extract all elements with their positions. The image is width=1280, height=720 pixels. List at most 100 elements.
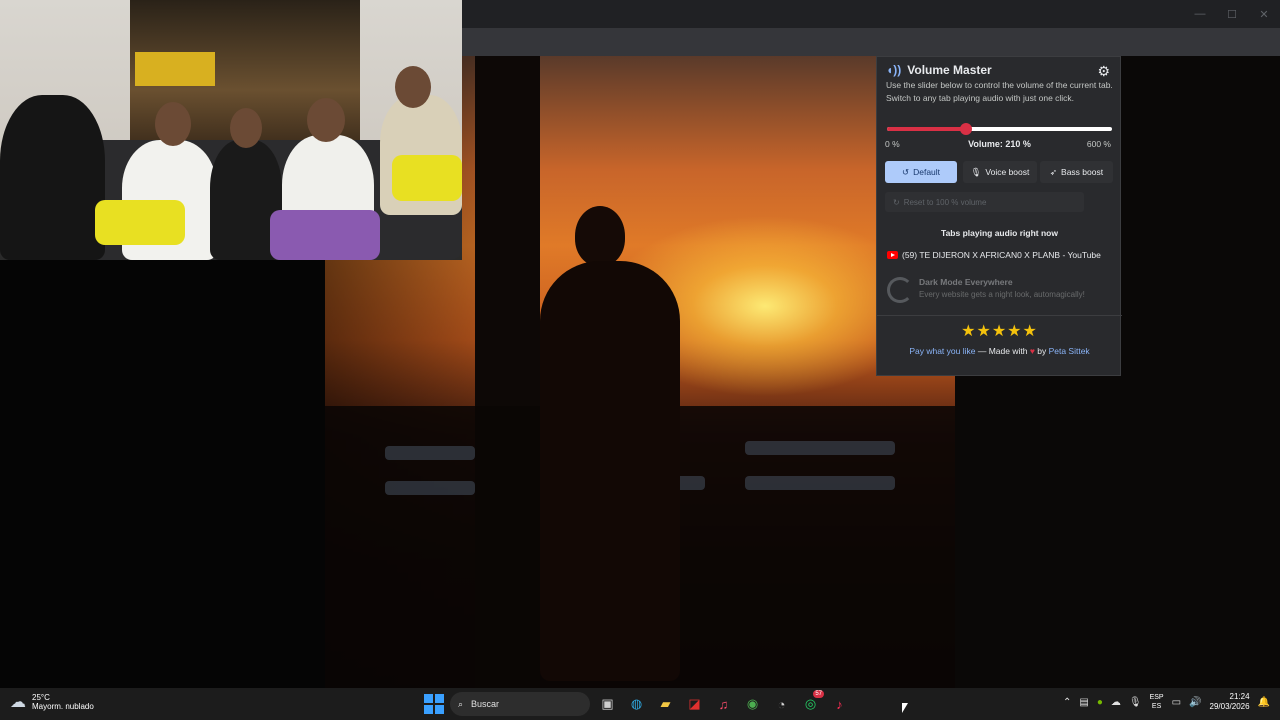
- language-top: ESP: [1149, 694, 1164, 701]
- windows-taskbar: ☁ 25°C Mayorm. nublado ⌕ Buscar ▣ ◍ ▰ ◪ …: [0, 688, 1280, 720]
- clock-date: 29/03/2026: [1209, 702, 1250, 711]
- start-tile: [424, 694, 433, 703]
- person-head: [155, 102, 191, 146]
- popup-divider: [877, 315, 1122, 316]
- mouse-cursor: [902, 703, 908, 713]
- popup-description: Use the slider below to control the volu…: [886, 80, 1113, 103]
- window-controls: — ☐ ✕: [1184, 0, 1280, 28]
- volume-slider[interactable]: [887, 123, 1112, 135]
- by-text: by: [1034, 346, 1049, 356]
- popup-title: Volume Master: [907, 63, 992, 77]
- promo-text: Dark Mode Everywhere Every website gets …: [919, 277, 1085, 311]
- edge-icon[interactable]: ◍: [625, 692, 648, 716]
- start-tile: [435, 705, 444, 714]
- weather-temperature: 25°C: [32, 693, 50, 702]
- system-clock[interactable]: 21:24 29/03/2026: [1210, 692, 1250, 712]
- notification-bell-icon[interactable]: 🔔: [1258, 697, 1270, 708]
- reset-volume-label: Reset to 100 % volume: [903, 197, 987, 207]
- bass-boost-label: Bass boost: [1061, 167, 1104, 177]
- weather-widget[interactable]: ☁ 25°C Mayorm. nublado: [10, 692, 94, 712]
- voice-boost-label: Voice boost: [985, 167, 1030, 177]
- bass-boost-button[interactable]: ➶ Bass boost: [1040, 161, 1113, 183]
- popup-header: ◖)) Volume Master: [886, 63, 992, 77]
- cloud-sun-icon: ☁: [10, 694, 26, 711]
- search-icon: ⌕: [458, 698, 464, 709]
- language-indicator[interactable]: ESP ES: [1150, 693, 1164, 711]
- reset-arrow-icon: ↺: [901, 166, 910, 177]
- onedrive-icon[interactable]: ☁: [1111, 697, 1121, 708]
- tray-app-icon[interactable]: ▤: [1079, 697, 1088, 708]
- clock-time: 21:24: [1229, 692, 1250, 701]
- system-tray: ⌃ ▤ ● ☁ 🎙 ESP ES ▭ 🔊 21:24 29/03/2026 🔔: [1063, 692, 1270, 712]
- reset-icon: ↻: [893, 197, 900, 207]
- person-head: [307, 98, 345, 142]
- minimize-button[interactable]: —: [1184, 0, 1216, 28]
- close-button[interactable]: ✕: [1248, 0, 1280, 28]
- amd-software-icon[interactable]: ◪: [683, 692, 706, 716]
- youtube-icon: [887, 251, 898, 259]
- start-tile: [424, 705, 433, 714]
- facecam-overlay: [0, 0, 462, 260]
- volume-logo-icon: ◖)): [886, 63, 902, 77]
- tiktok-icon[interactable]: ♪: [828, 692, 851, 716]
- microphone-icon[interactable]: 🎙: [1129, 697, 1142, 708]
- rocket-icon: ➶: [1049, 166, 1058, 177]
- volume-value-label: Volume: 210 %: [968, 139, 1031, 149]
- rail-bar: [385, 481, 475, 495]
- volume-slider-thumb[interactable]: [959, 123, 972, 135]
- start-tile: [435, 694, 444, 703]
- person-hooded: [0, 95, 105, 260]
- purple-blanket: [270, 210, 380, 260]
- screen: — ☐ ✕ ⧉ ☆ ●33 ◉210 ▮ ⇅ ⬚ ≡ ● ⋮: [0, 0, 1280, 720]
- language-bottom: ES: [1151, 703, 1162, 710]
- speaker-icon[interactable]: 🔊: [1189, 697, 1201, 708]
- slider-max-label: 600 %: [1086, 139, 1111, 149]
- clock-app-icon[interactable]: ◔: [770, 692, 793, 716]
- audio-tab-title: (59) TE DIJERON X AFRICAN0 X PLANB - You…: [902, 250, 1101, 260]
- settings-gear-icon[interactable]: ⚙: [1097, 63, 1110, 80]
- rail-bar: [385, 446, 475, 460]
- weather-text: 25°C Mayorm. nublado: [32, 693, 94, 711]
- person-silhouette: [540, 261, 680, 681]
- start-button[interactable]: [424, 694, 444, 714]
- popup-footer: Pay what you like — Made with ♥ by Peta …: [877, 346, 1122, 356]
- microphone-icon: 🎙: [970, 166, 982, 177]
- default-button[interactable]: ↺ Default: [885, 161, 957, 183]
- yellow-pillow: [392, 155, 462, 201]
- taskbar-search[interactable]: ⌕ Buscar: [450, 692, 590, 716]
- promo-subtitle: Every website gets a night look, automag…: [919, 290, 1085, 299]
- reset-volume-button[interactable]: ↻ Reset to 100 % volume: [885, 192, 1084, 212]
- promo-title: Dark Mode Everywhere: [919, 277, 1013, 287]
- pay-what-you-like-link[interactable]: Pay what you like: [909, 346, 975, 356]
- yellow-pillow-2: [95, 200, 185, 245]
- maximize-button[interactable]: ☐: [1216, 0, 1248, 28]
- author-link[interactable]: Peta Sittek: [1049, 346, 1090, 356]
- audio-tab-item[interactable]: (59) TE DIJERON X AFRICAN0 X PLANB - You…: [887, 250, 1101, 260]
- default-button-label: Default: [913, 167, 941, 177]
- chrome-icon[interactable]: ◉: [741, 692, 764, 716]
- weather-description: Mayorm. nublado: [32, 702, 94, 711]
- made-with-text: — Made with: [975, 346, 1030, 356]
- rating-stars[interactable]: ★★★★★: [877, 321, 1122, 341]
- rail-bar: [745, 441, 895, 455]
- search-placeholder: Buscar: [471, 699, 500, 709]
- nvidia-icon[interactable]: ●: [1097, 697, 1103, 708]
- person-silhouette-head: [575, 206, 625, 266]
- volume-slider-fill: [887, 127, 966, 131]
- whatsapp-badge: 57: [813, 690, 824, 698]
- rail-bar: [745, 476, 895, 490]
- network-icon[interactable]: ▭: [1172, 697, 1181, 708]
- facecam-sign: [135, 52, 215, 86]
- whatsapp-icon[interactable]: ◎ 57: [799, 690, 824, 716]
- taskbar-apps: ⌕ Buscar ▣ ◍ ▰ ◪ ♫ ◉ ◔ ◎ 57 ♪: [424, 690, 851, 716]
- person-head: [230, 108, 262, 148]
- apple-music-icon[interactable]: ♫: [712, 692, 735, 716]
- promo-dark-mode[interactable]: Dark Mode Everywhere Every website gets …: [887, 277, 1112, 311]
- chevron-up-icon[interactable]: ⌃: [1063, 697, 1071, 708]
- voice-boost-button[interactable]: 🎙 Voice boost: [963, 161, 1037, 183]
- task-view-icon[interactable]: ▣: [596, 692, 619, 716]
- person-head: [395, 66, 431, 108]
- tabs-heading: Tabs playing audio right now: [941, 228, 1058, 238]
- moon-icon: [887, 277, 913, 303]
- file-explorer-icon[interactable]: ▰: [654, 692, 677, 716]
